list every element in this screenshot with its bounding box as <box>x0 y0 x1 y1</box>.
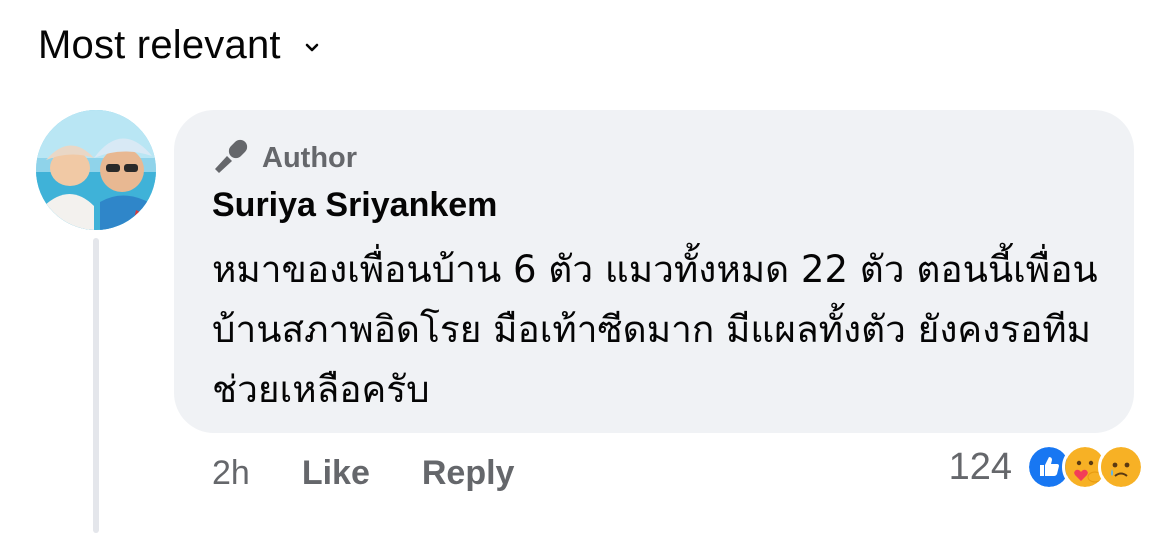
comment-text: หมาของเพื่อนบ้าน 6 ตัว แมวทั้งหมด 22 ตัว… <box>212 248 1098 411</box>
comment-bubble: Author Suriya Sriyankem หมาของเพื่อนบ้าน… <box>174 110 1134 433</box>
thread-line <box>93 238 99 533</box>
reaction-summary[interactable]: 124 <box>949 444 1144 490</box>
sort-dropdown[interactable]: Most relevant <box>38 18 319 72</box>
reaction-icons <box>1026 444 1144 490</box>
commenter-name[interactable]: Suriya Sriyankem <box>212 186 497 225</box>
reply-button[interactable]: Reply <box>422 454 515 493</box>
avatar[interactable] <box>36 110 156 230</box>
sort-label: Most relevant <box>38 22 281 67</box>
avatar-photo <box>36 110 156 230</box>
author-badge: Author <box>212 138 357 179</box>
chevron-down-icon <box>305 43 319 53</box>
author-badge-label: Author <box>262 142 358 174</box>
comment-timestamp[interactable]: 2h <box>212 454 250 493</box>
like-button[interactable]: Like <box>302 454 370 493</box>
comment-actions: 2h Like Reply <box>212 450 566 496</box>
reaction-count: 124 <box>948 445 1012 488</box>
microphone-icon <box>212 138 250 179</box>
sad-reaction-icon <box>1098 444 1144 490</box>
